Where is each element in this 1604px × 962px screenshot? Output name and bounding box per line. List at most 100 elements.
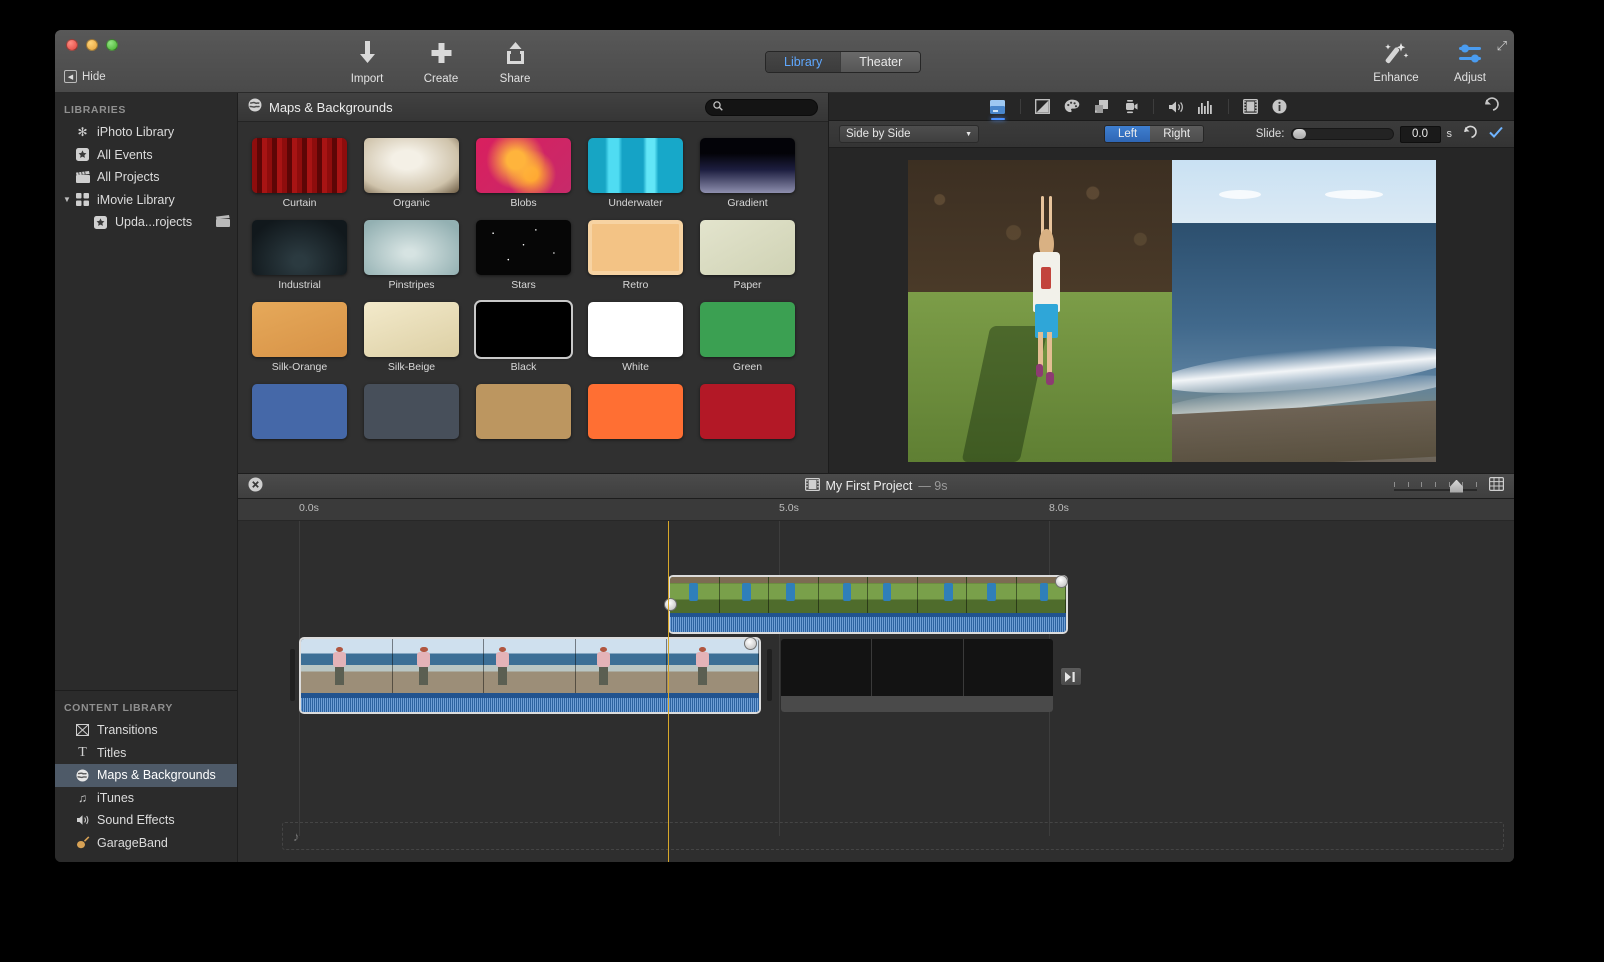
audio-drop-zone[interactable] <box>282 822 1504 850</box>
background-item-blobs[interactable]: Blobs <box>476 138 571 209</box>
skip-to-end-icon[interactable] <box>1060 667 1082 686</box>
background-item-solid-orange[interactable] <box>588 384 683 439</box>
clip-trim-handle[interactable] <box>744 637 757 650</box>
background-item-organic[interactable]: Organic <box>364 138 459 209</box>
tab-theater[interactable]: Theater <box>840 52 920 72</box>
background-item-curtain[interactable]: Curtain <box>252 138 347 209</box>
search-input[interactable] <box>728 101 810 113</box>
slide-control: Slide: 0.0 s <box>1256 125 1504 144</box>
sidebar-item-sound-effects[interactable]: Sound Effects <box>55 809 237 832</box>
clip-edge-right[interactable] <box>767 649 772 701</box>
background-item-retro[interactable]: Retro <box>588 220 683 291</box>
split-mode-select[interactable]: Side by Side ▼ <box>839 125 979 143</box>
clip-edge-left[interactable] <box>290 649 295 701</box>
center-column: Maps & Backgrounds <box>238 93 1514 862</box>
background-item-black[interactable]: Black <box>476 302 571 373</box>
timeline-tracks[interactable]: ♪ <box>238 521 1514 862</box>
sidebar-item-garageband[interactable]: GarageBand <box>55 832 237 855</box>
sidebar-item-updated-projects[interactable]: Upda...rojects <box>55 211 237 234</box>
background-item-white[interactable]: White <box>588 302 683 373</box>
timeline-ruler[interactable]: 0.0s 5.0s 8.0s <box>238 499 1514 521</box>
title-bar: ◀ Hide Import Create <box>55 30 1514 93</box>
color-palette-icon[interactable] <box>1064 93 1080 121</box>
toggle-right[interactable]: Right <box>1150 126 1203 142</box>
sidebar-item-imovie-library[interactable]: ▼ iMovie Library <box>55 189 237 212</box>
thumbnail <box>476 220 571 275</box>
sidebar-item-all-events[interactable]: All Events <box>55 144 237 167</box>
background-item-gradient[interactable]: Gradient <box>700 138 795 209</box>
disclosure-triangle-icon[interactable]: ▼ <box>63 195 71 204</box>
tab-library[interactable]: Library <box>766 52 840 72</box>
timeline-zoom-slider[interactable] <box>1394 479 1477 494</box>
background-clip[interactable] <box>781 639 1053 712</box>
reset-icon[interactable] <box>1462 125 1478 144</box>
sky <box>1172 160 1436 223</box>
traffic-lights <box>66 39 118 51</box>
connected-video-clip[interactable] <box>670 577 1066 632</box>
sidebar-item-iphoto-library[interactable]: ✻ iPhoto Library <box>55 121 237 144</box>
background-item-silk-orange[interactable]: Silk-Orange <box>252 302 347 373</box>
thumbnail <box>476 138 571 193</box>
crop-icon[interactable] <box>1094 93 1109 121</box>
background-item-solid-crimson[interactable] <box>700 384 795 439</box>
stabilization-icon[interactable] <box>1123 93 1139 121</box>
sidebar-item-itunes[interactable]: ♫ iTunes <box>55 787 237 810</box>
item-label: Industrial <box>252 279 347 291</box>
item-label: Curtain <box>252 197 347 209</box>
hide-sidebar-button[interactable]: ◀ Hide <box>64 70 106 83</box>
sidebar-item-all-projects[interactable]: All Projects <box>55 166 237 189</box>
background-item-industrial[interactable]: Industrial <box>252 220 347 291</box>
minimize-window-button[interactable] <box>86 39 98 51</box>
music-note-icon: ♫ <box>75 791 90 805</box>
create-button[interactable]: Create <box>414 36 468 85</box>
background-item-silk-beige[interactable]: Silk-Beige <box>364 302 459 373</box>
zoom-window-button[interactable] <box>106 39 118 51</box>
background-item-stars[interactable]: Stars <box>476 220 571 291</box>
background-item-paper[interactable]: Paper <box>700 220 795 291</box>
clip-trim-handle-left[interactable] <box>664 598 677 611</box>
background-item-underwater[interactable]: Underwater <box>588 138 683 209</box>
divider <box>1153 99 1154 114</box>
slide-value-field[interactable]: 0.0 <box>1400 126 1441 143</box>
sidebar-item-transitions[interactable]: Transitions <box>55 719 237 742</box>
adjust-button[interactable]: Adjust <box>1442 36 1498 84</box>
info-icon[interactable] <box>1272 93 1287 121</box>
checkmark-icon[interactable] <box>1488 125 1504 144</box>
slide-slider[interactable] <box>1291 128 1394 140</box>
thumbnail <box>252 302 347 357</box>
sidebar-item-maps-backgrounds[interactable]: Maps & Backgrounds <box>55 764 237 787</box>
import-button[interactable]: Import <box>340 36 394 85</box>
toggle-left[interactable]: Left <box>1105 126 1150 142</box>
sidebar-item-label: Upda...rojects <box>115 215 192 229</box>
thumbnail <box>364 138 459 193</box>
fullscreen-icon[interactable]: ⤢ <box>1497 38 1507 54</box>
upper-panes: Maps & Backgrounds <box>238 93 1514 473</box>
close-window-button[interactable] <box>66 39 78 51</box>
equalizer-icon[interactable] <box>1198 93 1214 121</box>
split-screen-icon[interactable] <box>989 93 1006 121</box>
side-toggle: Left Right <box>1104 125 1204 143</box>
cloud <box>1325 190 1383 199</box>
filter-icon[interactable] <box>1243 93 1258 121</box>
search-field[interactable] <box>705 99 818 116</box>
slider-knob[interactable] <box>1293 129 1306 139</box>
thumbnail <box>252 220 347 275</box>
enhance-button[interactable]: Enhance <box>1368 36 1424 84</box>
slide-label: Slide: <box>1256 128 1285 140</box>
volume-icon[interactable] <box>1168 93 1184 121</box>
grid-row: Industrial Pinstripes Stars <box>252 220 828 291</box>
playhead[interactable] <box>668 521 669 862</box>
background-item-solid-tan[interactable] <box>476 384 571 439</box>
contrast-icon[interactable] <box>1035 93 1050 121</box>
item-label: Stars <box>476 279 571 291</box>
background-item-green[interactable]: Green <box>700 302 795 373</box>
background-item-solid-blue[interactable] <box>252 384 347 439</box>
share-button[interactable]: Share <box>488 36 542 85</box>
main-video-clip[interactable] <box>301 639 759 712</box>
preview-viewer[interactable] <box>829 148 1514 473</box>
clip-trim-handle-right[interactable] <box>1055 575 1068 588</box>
sidebar-item-titles[interactable]: T Titles <box>55 742 237 765</box>
background-item-solid-slate[interactable] <box>364 384 459 439</box>
undo-arrow-icon[interactable] <box>1483 97 1500 117</box>
background-item-pinstripes[interactable]: Pinstripes <box>364 220 459 291</box>
